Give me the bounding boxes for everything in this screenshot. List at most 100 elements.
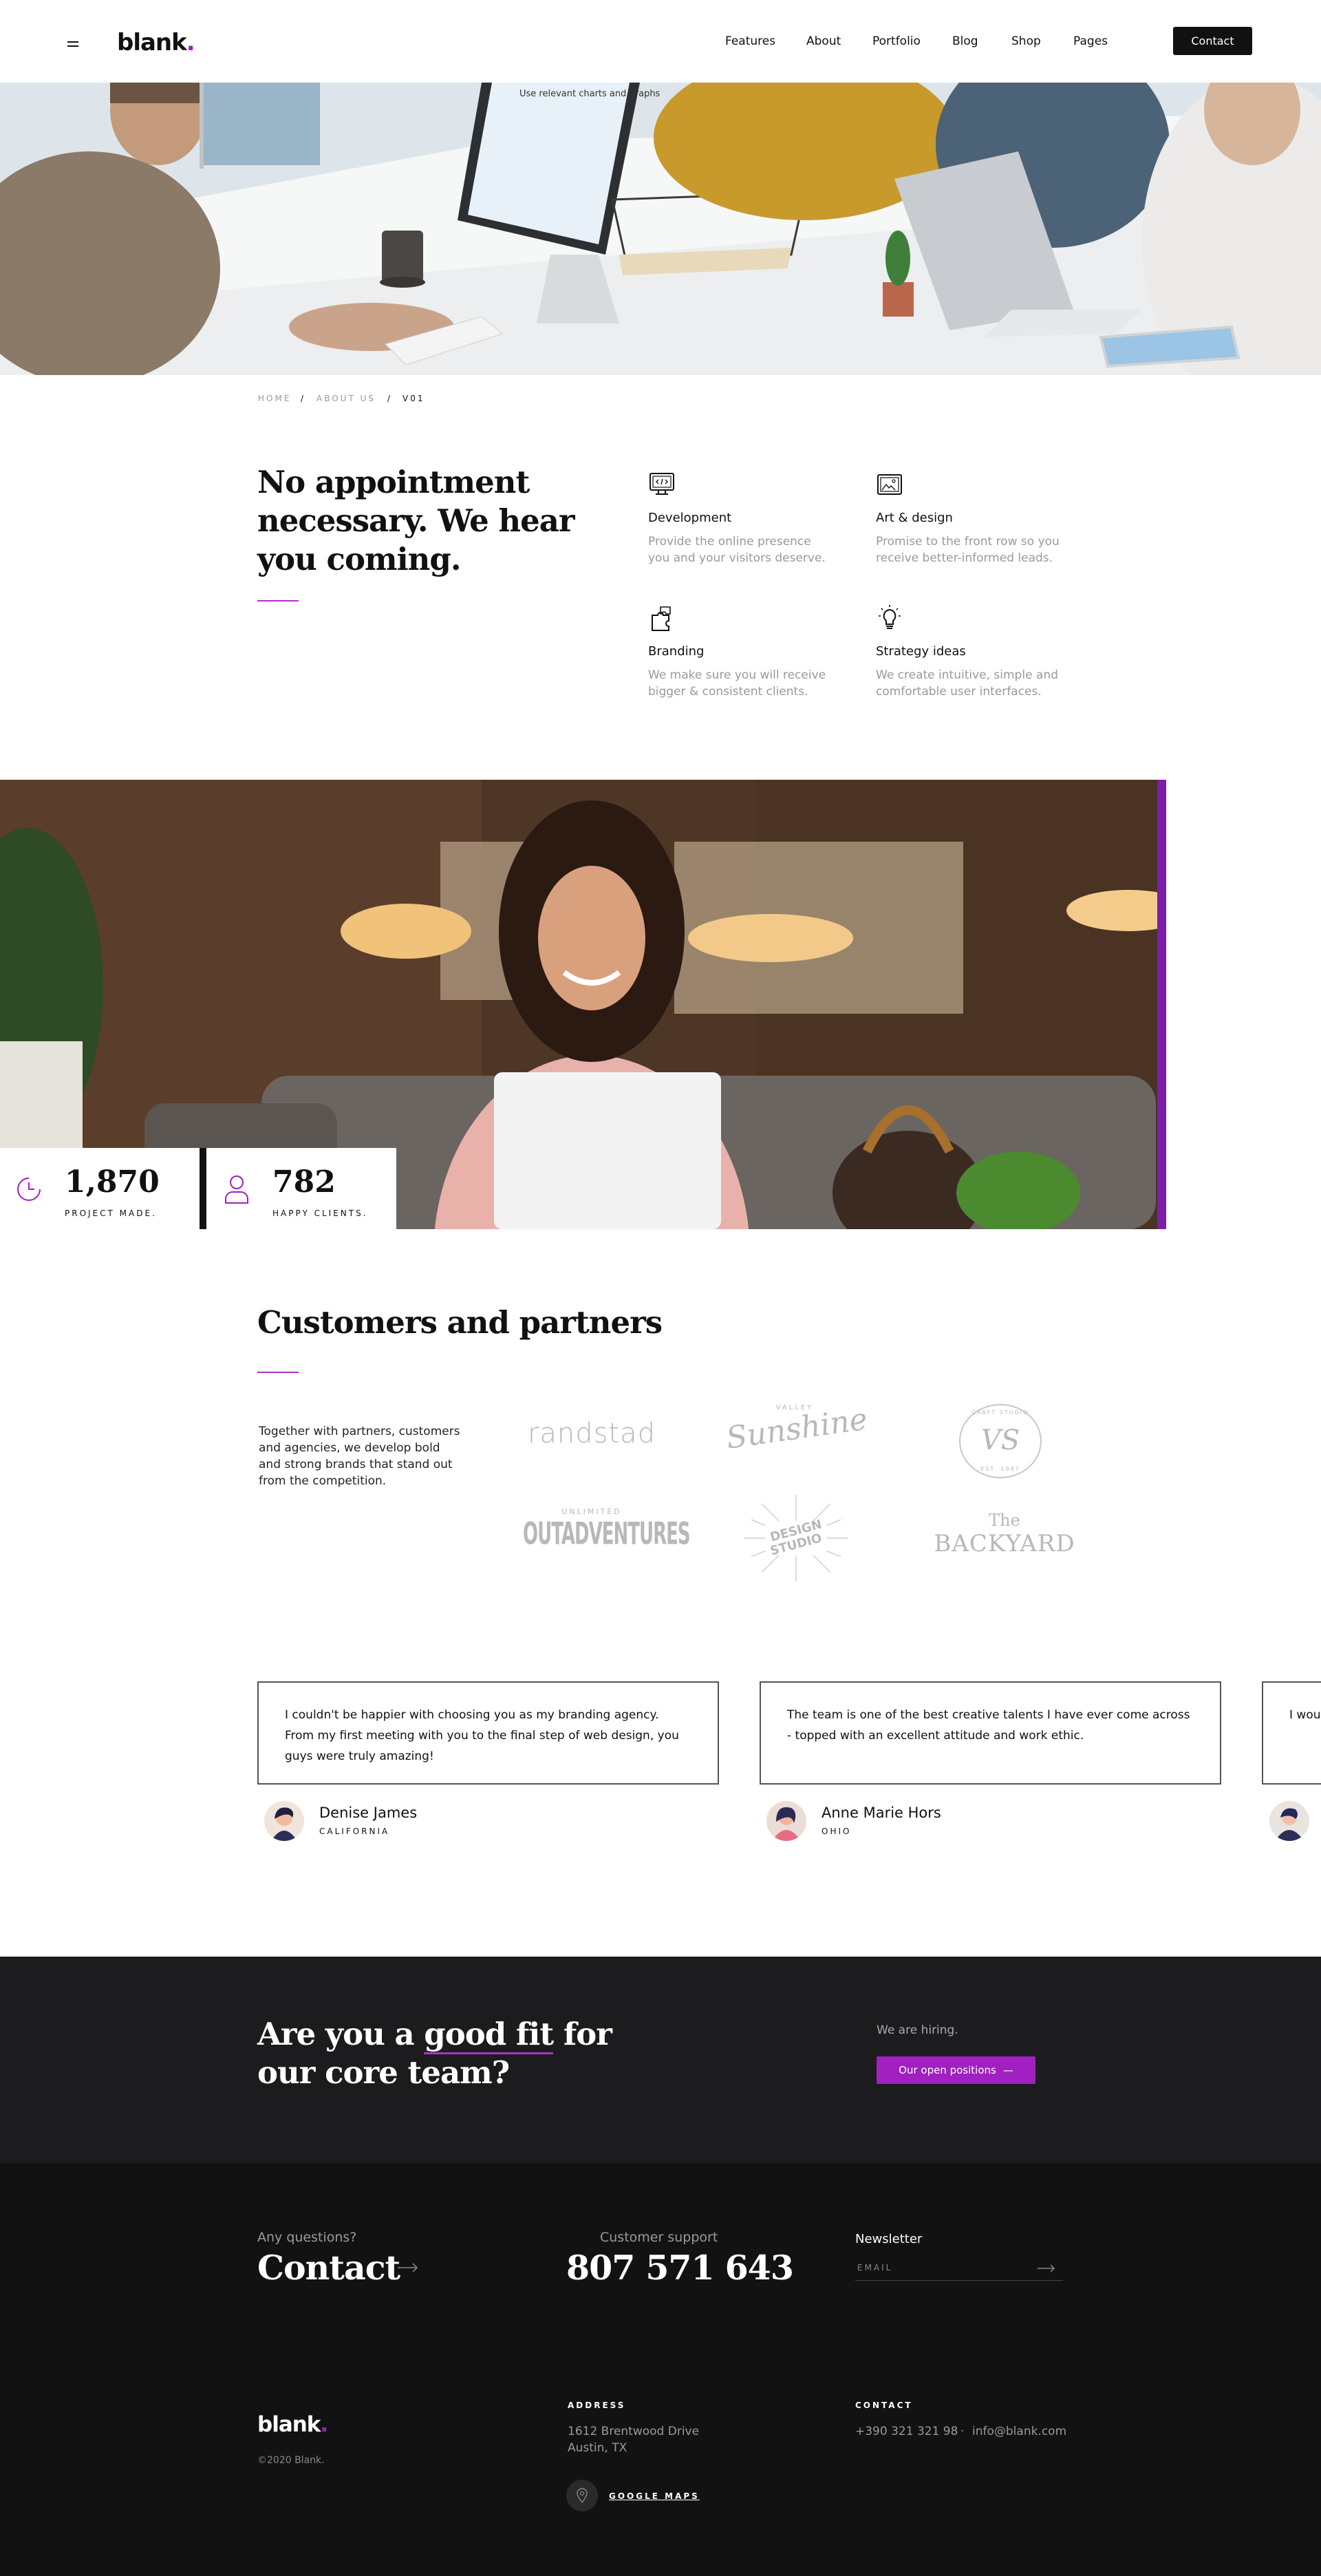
customers-accent-line xyxy=(257,1372,299,1373)
nav-link-portfolio[interactable]: Portfolio xyxy=(872,34,921,48)
questions-label: Any questions? xyxy=(257,2230,357,2245)
lightbulb-icon xyxy=(879,605,901,629)
avatar-illustration xyxy=(766,1801,806,1841)
design-studio-logo: DESIGN STUDIO xyxy=(731,1493,861,1583)
customers-title: Customers and partners xyxy=(257,1304,663,1341)
open-positions-label: Our open positions xyxy=(899,2064,996,2076)
stat-label: HAPPY CLIENTS. xyxy=(272,1209,368,1218)
support-label: Customer support xyxy=(600,2230,718,2245)
outadventures-logo-top: UNLIMITED xyxy=(561,1507,622,1516)
submit-arrow-icon[interactable] xyxy=(1038,2264,1055,2272)
user-icon xyxy=(225,1175,248,1204)
contact-button[interactable]: Contact xyxy=(1173,27,1252,55)
vs-logo-ring-bottom: EST. 1987 xyxy=(980,1466,1020,1472)
avatar xyxy=(766,1801,806,1841)
avatar-illustration xyxy=(264,1801,304,1841)
testimonial-card: The team is one of the best creative tal… xyxy=(760,1681,1221,1785)
hero-illustration: Use relevant charts and graphs xyxy=(0,83,1321,375)
randstad-logo: randstad xyxy=(527,1418,656,1449)
open-positions-button[interactable]: Our open positions — xyxy=(877,2056,1035,2084)
breadcrumb-separator: / xyxy=(387,394,393,403)
testimonial-location: OHIO xyxy=(821,1827,852,1836)
intro-headline: No appointment necessary. We hear you co… xyxy=(257,464,575,577)
nav-link-about[interactable]: About xyxy=(806,34,841,48)
service-title: Branding xyxy=(648,644,705,659)
testimonial-card-partial: I would … job yo… your t… xyxy=(1262,1681,1321,1785)
nav-link-blog[interactable]: Blog xyxy=(952,34,978,48)
stat-card: 782 HAPPY CLIENTS. xyxy=(206,1148,396,1229)
google-maps-link[interactable]: GOOGLE MAPS xyxy=(609,2491,700,2501)
service-title: Art & design xyxy=(876,511,953,525)
stat-label: PROJECT MADE. xyxy=(65,1209,157,1218)
newsletter-email-input[interactable]: EMAIL xyxy=(855,2260,1063,2281)
breadcrumb-about[interactable]: ABOUT US xyxy=(316,394,376,403)
testimonial-location: CALIFORNIA xyxy=(319,1827,390,1836)
breadcrumb-current: V01 xyxy=(402,394,425,403)
arrow-right-icon[interactable] xyxy=(398,2263,418,2272)
logo[interactable]: blank. xyxy=(117,29,195,56)
footer-logo[interactable]: blank. xyxy=(257,2412,328,2437)
cta-title-part: Are you a xyxy=(257,2016,425,2052)
hiring-text: We are hiring. xyxy=(877,2023,958,2037)
email-placeholder: EMAIL xyxy=(857,2263,893,2272)
footer-logo-dot: . xyxy=(320,2412,328,2437)
logo-text: blank xyxy=(117,29,187,56)
backyard-logo-text: BACKYARD xyxy=(934,1530,1075,1557)
picture-frame-icon xyxy=(877,474,902,495)
cta-title: Are you a good fit for our core team? xyxy=(257,2015,643,2092)
vs-logo: CRAFT STUDIO VS EST. 1987 xyxy=(959,1404,1042,1478)
arrow-icon: — xyxy=(1002,2064,1013,2076)
testimonial-card: I couldn't be happier with choosing you … xyxy=(257,1681,719,1785)
vs-logo-ring-top: CRAFT STUDIO xyxy=(971,1409,1029,1416)
stat-value: 782 xyxy=(272,1164,336,1200)
hero-office-image: Use relevant charts and graphs xyxy=(0,83,1321,375)
address-line: 1612 Brentwood Drive xyxy=(568,2425,700,2438)
service-description: Promise to the front row so you receive … xyxy=(876,535,1060,565)
map-pin-glyph xyxy=(577,2488,588,2503)
newsletter-label: Newsletter xyxy=(855,2232,923,2246)
nav-link-features[interactable]: Features xyxy=(725,34,775,48)
service-title: Strategy ideas xyxy=(876,644,966,659)
puzzle-icon xyxy=(652,606,671,631)
service-description: Provide the online presence you and your… xyxy=(648,535,826,565)
avatar xyxy=(1269,1801,1309,1841)
contact-email[interactable]: info@blank.com xyxy=(972,2423,1066,2440)
contact-separator: · xyxy=(960,2425,965,2438)
footer-logo-text: blank xyxy=(257,2412,321,2437)
logo-dot: . xyxy=(186,29,195,56)
service-title: Development xyxy=(648,511,732,525)
footer xyxy=(0,2163,1321,2576)
outadventures-logo: UNLIMITED OUTADVENTURES xyxy=(523,1507,691,1553)
nav-link-pages[interactable]: Pages xyxy=(1073,34,1108,48)
address-label: ADDRESS xyxy=(568,2401,626,2410)
menu-icon[interactable] xyxy=(67,41,78,47)
contact-label: CONTACT xyxy=(855,2401,913,2410)
avatar xyxy=(264,1801,304,1841)
hiring-cta-section xyxy=(0,1957,1321,2163)
map-pin-icon[interactable] xyxy=(566,2480,598,2511)
testimonial-name: Anne Marie Hors xyxy=(821,1805,941,1821)
support-phone[interactable]: 807 571 643 xyxy=(566,2248,794,2288)
monitor-code-icon xyxy=(649,473,674,495)
breadcrumb-home[interactable]: HOME xyxy=(258,394,291,403)
service-description: We make sure you will receive bigger & c… xyxy=(648,668,826,699)
vs-logo-text: VS xyxy=(980,1425,1020,1456)
testimonial-name: Denise James xyxy=(319,1805,418,1821)
contact-phone[interactable]: +390 321 321 98 xyxy=(855,2423,958,2440)
stat-value: 1,870 xyxy=(65,1164,160,1200)
breadcrumb-separator: / xyxy=(301,394,306,403)
contact-link[interactable]: Contact xyxy=(257,2248,400,2288)
avatar-illustration xyxy=(1269,1801,1309,1841)
top-nav: blank. Features About Portfolio Blog Sho… xyxy=(0,0,1321,83)
backyard-logo-top: The xyxy=(989,1511,1020,1530)
stat-card: 1,870 PROJECT MADE. xyxy=(0,1148,200,1229)
copyright: ©2020 Blank. xyxy=(257,2455,325,2466)
address-line: Austin, TX xyxy=(568,2441,627,2455)
nav-link-shop[interactable]: Shop xyxy=(1011,34,1041,48)
clock-icon xyxy=(17,1178,41,1201)
cta-title-highlight: good fit xyxy=(424,2016,554,2054)
accent-side-bar xyxy=(1157,780,1166,1229)
headline-accent-line xyxy=(257,600,299,602)
service-description: We create intuitive, simple and comforta… xyxy=(876,668,1058,699)
sunshine-logo: VALLEY Sunshine xyxy=(724,1401,869,1456)
